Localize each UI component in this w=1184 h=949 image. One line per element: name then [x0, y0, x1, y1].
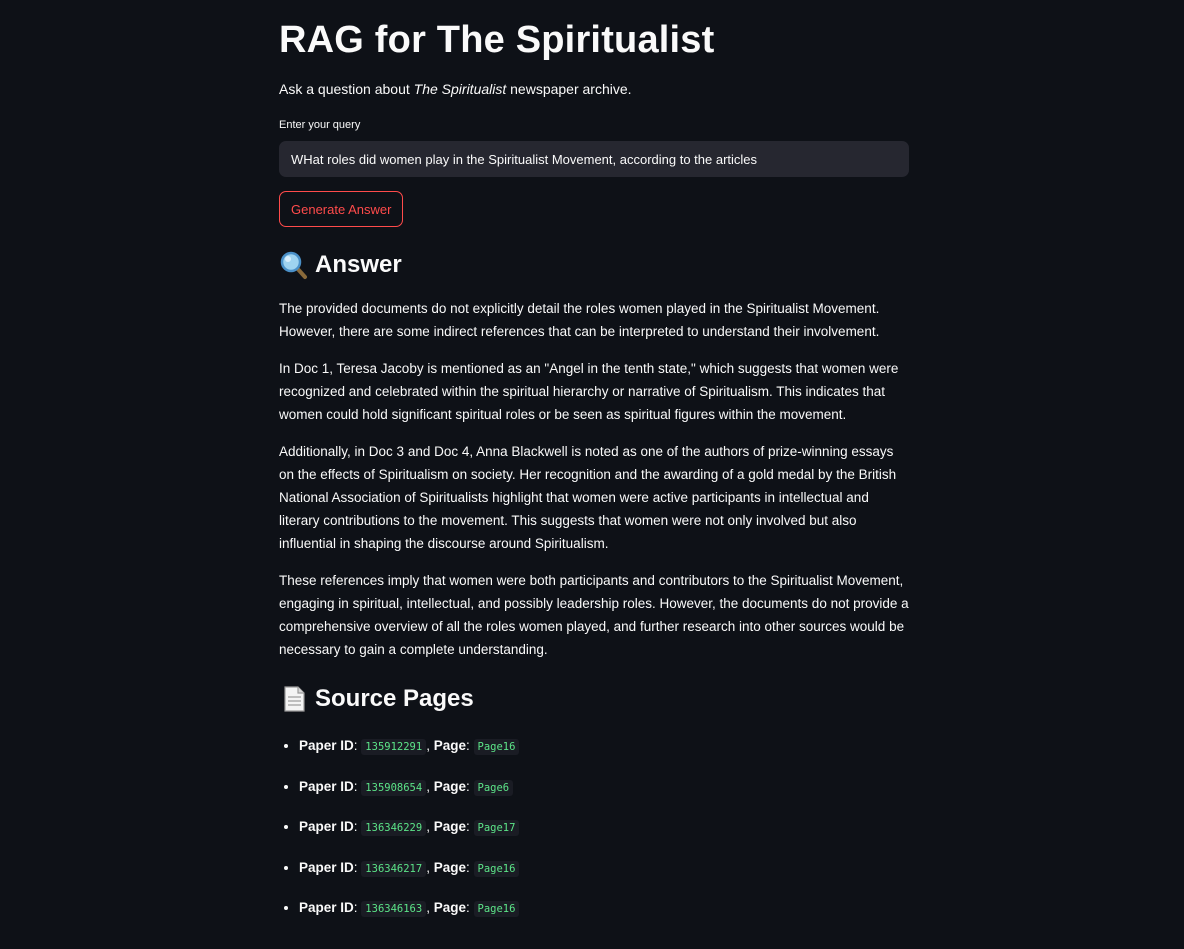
page-value: Page16 [473, 739, 520, 755]
answer-text: The provided documents do not explicitly… [279, 297, 911, 675]
list-item: Paper ID: 135912291, Page: Page16 [299, 734, 520, 757]
page-value: Page17 [473, 820, 520, 836]
page-label: Page [433, 778, 466, 794]
answer-paragraph: Additionally, in Doc 3 and Doc 4, Anna B… [279, 444, 897, 551]
paper-id-label: Paper ID [299, 738, 354, 753]
paper-id-value: 136346217 [361, 860, 427, 877]
generate-answer-button[interactable]: Generate Answer [279, 191, 404, 227]
list-item: Paper ID: 135908654, Page: Page6 [299, 775, 519, 798]
subtitle-suffix: newspaper archive. [506, 81, 632, 97]
paper-id-label: Paper ID [299, 819, 354, 834]
paper-id-label: Paper ID [299, 859, 354, 875]
list-item: Paper ID: 136346217, Page: Page16 [299, 856, 520, 879]
page-document-icon [279, 684, 309, 714]
paper-id-label: Paper ID [299, 778, 354, 794]
subtitle-newspaper-name: The Spiritualist [413, 81, 507, 97]
page-value: Page6 [473, 779, 514, 796]
paper-id-value: 136346229 [361, 820, 427, 836]
paper-id-value: 135908654 [361, 779, 427, 796]
page-label: Page [433, 819, 466, 834]
answer-paragraph: In Doc 1, Teresa Jacoby is mentioned as … [279, 361, 899, 422]
answer-paragraph: These references imply that women were b… [279, 573, 909, 657]
list-item: Paper ID: 136346163, Page: Page16 [299, 896, 520, 919]
answer-heading: Answer [279, 250, 402, 280]
answer-paragraph: The provided documents do not explicitly… [279, 301, 880, 339]
magnifying-glass-icon [279, 250, 309, 280]
page-title: RAG for The Spiritualist [279, 19, 715, 61]
paper-id-value: 135912291 [361, 739, 427, 755]
query-input[interactable] [279, 141, 909, 177]
page-label: Page [433, 859, 466, 875]
page-value: Page16 [473, 901, 520, 917]
source-pages-heading: Source Pages [279, 684, 474, 714]
page-label: Page [433, 738, 466, 753]
page-label: Page [433, 900, 466, 915]
page-subtitle: Ask a question about The Spiritualist ne… [279, 81, 632, 97]
source-pages-list: Paper ID: 135912291, Page: Page16 Paper … [279, 734, 520, 937]
source-pages-heading-text: Source Pages [315, 685, 474, 712]
list-item: Paper ID: 136346229, Page: Page17 [299, 815, 520, 838]
paper-id-value: 136346163 [361, 901, 427, 917]
query-label: Enter your query [279, 119, 361, 131]
paper-id-label: Paper ID [299, 900, 354, 915]
subtitle-prefix: Ask a question about [279, 81, 414, 97]
answer-heading-text: Answer [315, 251, 402, 278]
page-value: Page16 [473, 860, 520, 877]
